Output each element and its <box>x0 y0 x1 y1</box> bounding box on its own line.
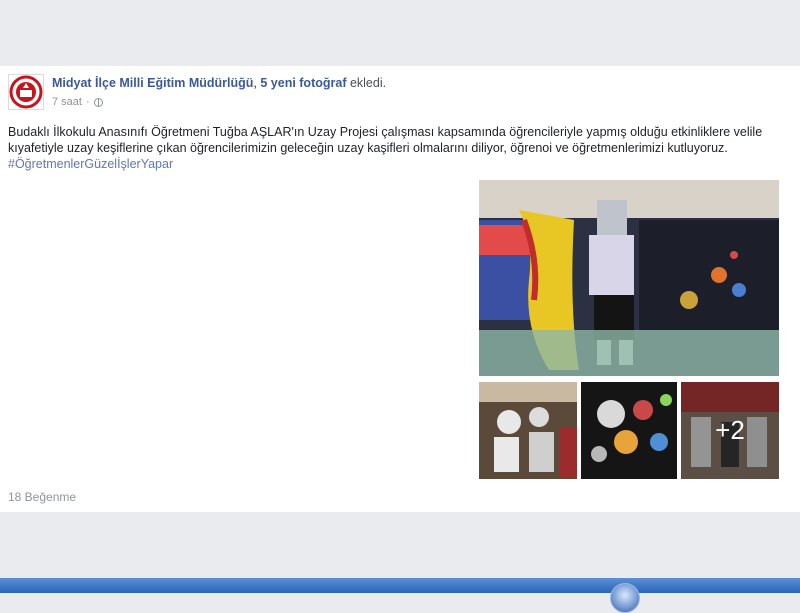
like-count[interactable]: 18 Beğenme <box>8 490 76 504</box>
hashtag-link[interactable]: #ÖğretmenlerGüzelİşlerYapar <box>8 156 800 172</box>
post-body: Budaklı İlkokulu Anasınıfı Öğretmeni Tuğ… <box>8 124 800 172</box>
page-avatar[interactable] <box>8 74 44 110</box>
post-meta: 7 saat · <box>52 96 103 108</box>
post-header: Midyat İlçe Milli Eğitim Müdürlüğü, 5 ye… <box>52 76 386 90</box>
thumbnail-photo-3[interactable]: +2 <box>681 382 779 479</box>
astronaut-photo <box>479 180 779 376</box>
photos-link[interactable]: 5 yeni fotoğraf <box>260 76 346 90</box>
planets-photo <box>581 382 677 479</box>
post-text-line-2: kıyafetiyle uzay keşiflerine çıkan öğren… <box>8 141 728 155</box>
post-card: Midyat İlçe Milli Eğitim Müdürlüğü, 5 ye… <box>0 66 800 512</box>
start-button[interactable] <box>610 583 640 613</box>
page-name-link[interactable]: Midyat İlçe Milli Eğitim Müdürlüğü <box>52 76 253 90</box>
globe-icon[interactable] <box>93 97 103 107</box>
meb-logo-icon <box>9 75 43 109</box>
thumbnail-photo-1[interactable] <box>479 382 577 479</box>
classroom-photo <box>479 382 577 479</box>
post-text-line-1: Budaklı İlkokulu Anasınıfı Öğretmeni Tuğ… <box>8 125 763 139</box>
more-photos-overlay[interactable]: +2 <box>681 382 779 479</box>
post-action: ekledi. <box>346 76 387 90</box>
post-time[interactable]: 7 saat <box>52 96 82 108</box>
thumbnail-photo-2[interactable] <box>581 382 677 479</box>
taskbar <box>0 578 800 593</box>
main-photo[interactable] <box>479 180 779 376</box>
